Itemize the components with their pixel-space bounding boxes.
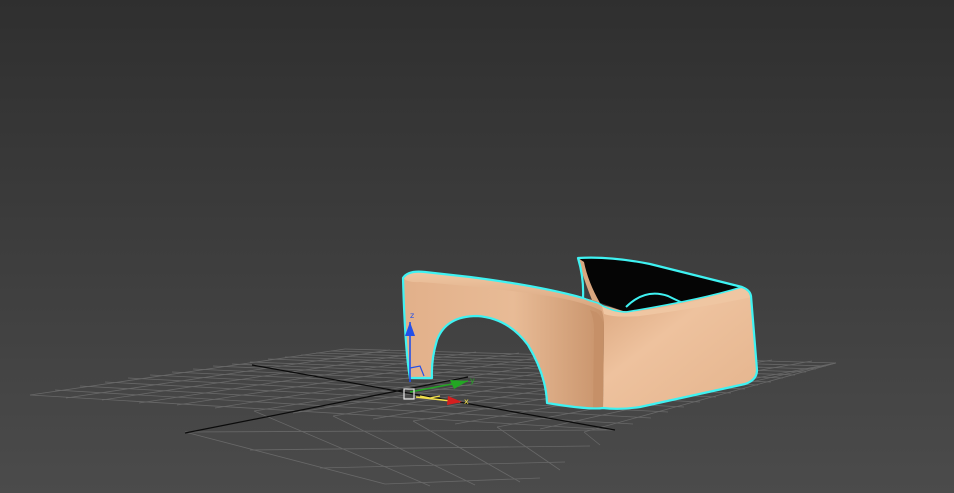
viewport-background [0,0,954,493]
viewport-scene[interactable]: z y x [0,0,954,493]
gizmo-z-label: z [410,311,414,320]
perspective-viewport[interactable]: z y x [0,0,954,493]
gizmo-y-label: y [470,376,475,385]
gizmo-x-label: x [464,397,469,406]
